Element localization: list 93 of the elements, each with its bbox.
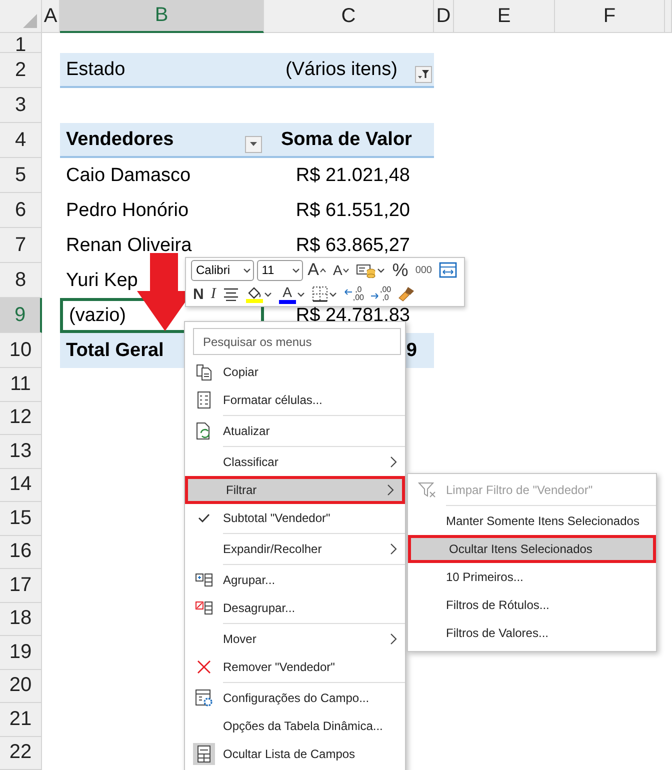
table-cell: Vendedores	[66, 128, 174, 150]
menu-item[interactable]: Mover	[185, 625, 405, 653]
menu-item: Limpar Filtro de "Vendedor"	[408, 476, 656, 504]
menu-item[interactable]: Agrupar...	[185, 566, 405, 594]
menu-item[interactable]: Filtros de Rótulos...	[408, 591, 656, 619]
menu-item[interactable]: Filtros de Valores...	[408, 619, 656, 647]
ungroup-icon	[195, 601, 213, 615]
column-header[interactable]: A	[42, 0, 60, 33]
row-header[interactable]: 17	[0, 569, 42, 602]
menu-item[interactable]: Desagrupar...	[185, 594, 405, 622]
table-cell: R$ 61.551,20	[296, 200, 410, 222]
menu-item[interactable]: Atualizar	[185, 417, 405, 445]
row-header[interactable]: 11	[0, 368, 42, 402]
format-cells-icon	[197, 391, 211, 409]
menu-item[interactable]: Manter Somente Itens Selecionados	[408, 507, 656, 535]
column-header[interactable]: D	[434, 0, 454, 33]
caret-icon	[264, 292, 272, 296]
row-header[interactable]: 18	[0, 602, 42, 636]
caret-icon	[328, 292, 337, 296]
font-color-button[interactable]: A	[276, 283, 307, 305]
menu-item[interactable]: Ocultar Lista de Campos	[185, 740, 405, 768]
column-header[interactable]: F	[555, 0, 665, 33]
row-header[interactable]: 2	[0, 53, 42, 88]
table-cell: R$ 24.781,83	[296, 304, 410, 326]
table-cell: Total Geral	[66, 340, 164, 362]
row-header[interactable]: 21	[0, 703, 42, 736]
row-header[interactable]: 1	[0, 33, 42, 53]
row-header[interactable]: 4	[0, 123, 42, 158]
percent-style-button[interactable]: %	[390, 259, 410, 281]
row-header[interactable]: 19	[0, 636, 42, 670]
column-header[interactable]: E	[454, 0, 555, 33]
menu-item[interactable]: Filtrar	[185, 476, 405, 504]
table-cell: Soma de Valor	[281, 128, 412, 150]
column-header[interactable]: C	[264, 0, 434, 33]
table-cell: Yuri Kep	[66, 270, 138, 292]
menu-item[interactable]: Ocultar Itens Selecionados	[408, 535, 656, 563]
field-list-icon	[193, 743, 215, 765]
decrease-decimal-button[interactable]: ,0 ,00	[342, 283, 366, 305]
caret-icon	[250, 142, 257, 147]
filter-button[interactable]	[414, 66, 432, 83]
caret-icon	[296, 292, 305, 296]
column-header[interactable]: B	[60, 0, 264, 33]
table-cell: (vazio)	[69, 304, 126, 326]
increase-decimal-button[interactable]: ,00 ,0	[368, 283, 394, 305]
menu-item[interactable]: Opções da Tabela Dinâmica...	[185, 712, 405, 740]
field-settings-icon	[195, 689, 213, 707]
group-icon	[195, 573, 213, 587]
clear-filter-icon	[418, 481, 436, 499]
row-header[interactable]: 12	[0, 402, 42, 435]
row-header[interactable]: 10	[0, 333, 42, 368]
menu-item[interactable]: Subtotal "Vendedor"	[185, 504, 405, 532]
funnel-icon	[418, 70, 429, 79]
row-header[interactable]: 20	[0, 670, 42, 703]
menu-search-field[interactable]: Pesquisar os menus	[193, 328, 401, 355]
table-cell: R$ 21.021,48	[296, 164, 410, 186]
row-header[interactable]: 16	[0, 536, 42, 569]
row-header[interactable]: 13	[0, 435, 42, 468]
menu-item[interactable]: Remover "Vendedor"	[185, 653, 405, 681]
font-name-dropdown[interactable]: Calibri	[191, 260, 254, 280]
increase-font-size-button[interactable]: A	[306, 259, 328, 281]
copy-icon	[195, 363, 213, 381]
table-cell: Renan Oliveira	[66, 234, 192, 256]
row-header[interactable]: 8	[0, 263, 42, 298]
table-cell: Caio Damasco	[66, 164, 191, 186]
remove-icon	[197, 660, 211, 674]
font-size-dropdown[interactable]: 11	[256, 260, 303, 280]
bold-button[interactable]: N	[191, 283, 206, 305]
menu-item[interactable]: Expandir/Recolher	[185, 535, 405, 563]
menu-item[interactable]: Copiar	[185, 358, 405, 386]
row-header[interactable]: 15	[0, 502, 42, 536]
row-header[interactable]: 6	[0, 193, 42, 228]
row-header[interactable]: 14	[0, 468, 42, 502]
menu-item[interactable]: Formatar células...	[185, 386, 405, 414]
row-header[interactable]: 3	[0, 88, 42, 123]
table-cell: 9	[406, 340, 417, 362]
menu-item[interactable]: Classificar	[185, 448, 405, 476]
thousands-separator-button[interactable]: 000	[413, 259, 434, 281]
table-cell: R$ 63.865,27	[296, 234, 410, 256]
italic-button[interactable]: I	[208, 283, 218, 305]
row-header[interactable]: 7	[0, 228, 42, 263]
filter-dropdown-button[interactable]	[245, 136, 262, 153]
row-header[interactable]: 9	[0, 298, 42, 333]
menu-item[interactable]: 10 Primeiros...	[408, 563, 656, 591]
caret-icon	[292, 268, 300, 272]
caret-icon	[377, 268, 386, 272]
table-cell: Estado	[66, 58, 126, 80]
row-header[interactable]: 22	[0, 736, 42, 770]
row-header[interactable]: 5	[0, 158, 42, 193]
table-cell: (Vários itens)	[286, 58, 398, 80]
menu-item[interactable]: Configurações do Campo...	[185, 684, 405, 712]
caret-icon	[242, 268, 251, 272]
decrease-font-size-button[interactable]: A	[330, 259, 352, 281]
table-cell: Pedro Honório	[66, 200, 189, 222]
